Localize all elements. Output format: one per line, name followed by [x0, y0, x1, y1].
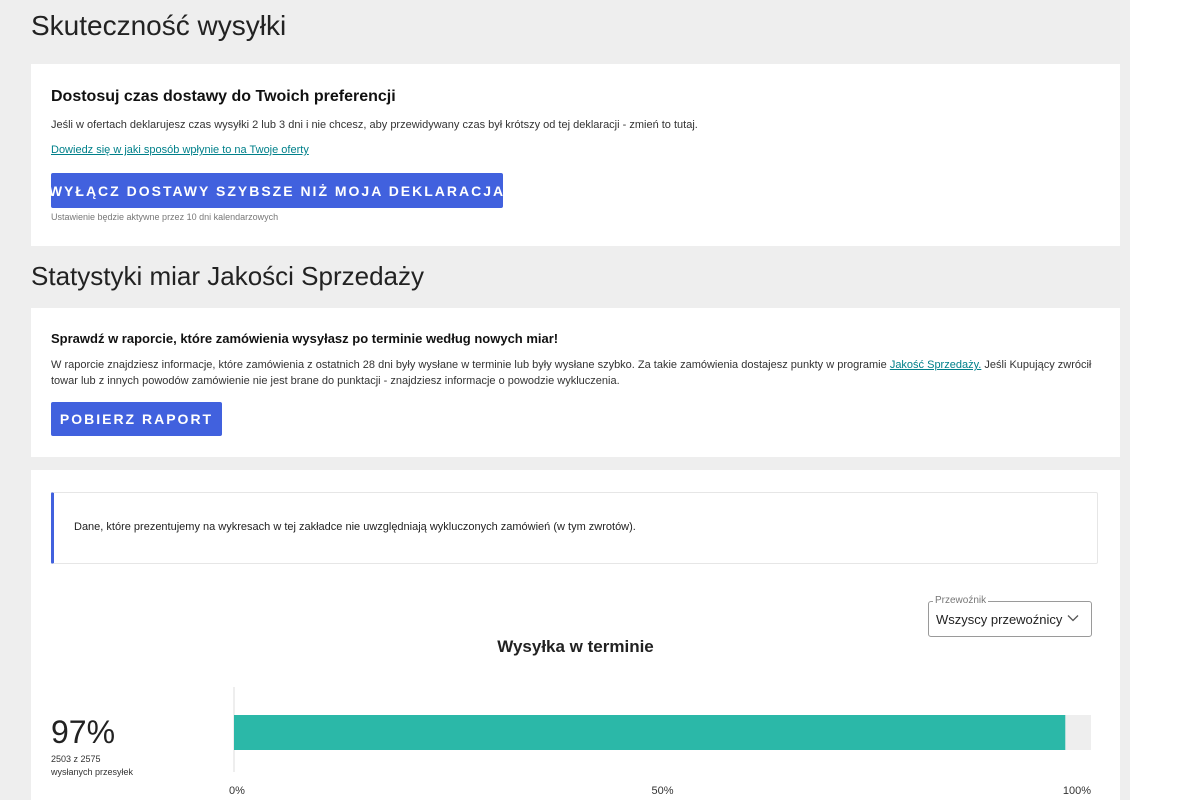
chart-title: Wysyłka w terminie — [497, 637, 654, 656]
quality-program-link[interactable]: Jakość Sprzedaży. — [890, 359, 982, 371]
x-tick-label: 100% — [1063, 785, 1091, 797]
learn-more-link[interactable]: Dowiedz się w jaki sposób wpłynie to na … — [51, 142, 309, 158]
shipments-label: wysłanych przesyłek — [51, 767, 134, 777]
carrier-select-value: Wszyscy przewoźnicy — [936, 612, 1063, 627]
chevron-down-icon — [1067, 615, 1079, 622]
statistics-card: Dane, które prezentujemy na wykresach w … — [31, 470, 1120, 800]
on-time-chart: 0% 50% 100% — [229, 687, 1091, 797]
x-tick-label: 50% — [651, 785, 673, 797]
report-text-before: W raporcie znajdziesz informacje, które … — [51, 359, 890, 371]
delivery-preferences-card: Dostosuj czas dostawy do Twoich preferen… — [31, 64, 1120, 246]
bar-on-time — [234, 715, 1066, 750]
report-card-text: W raporcie znajdziesz informacje, które … — [51, 357, 1101, 389]
delivery-card-text: Jeśli w ofertach deklarujesz czas wysyłk… — [51, 119, 698, 131]
page-background: Skuteczność wysyłki Dostosuj czas dostaw… — [0, 0, 1130, 800]
carrier-select[interactable]: Przewoźnik Wszyscy przewoźnicy — [928, 595, 1092, 637]
setting-duration-hint: Ustawienie będzie aktywne przez 10 dni k… — [51, 212, 279, 222]
shipments-count: 2503 z 2575 — [51, 754, 101, 764]
exclusion-info-box: Dane, które prezentujemy na wykresach w … — [51, 492, 1098, 564]
on-time-percent: 97% — [51, 714, 116, 750]
report-card-heading: Sprawdź w raporcie, które zamówienia wys… — [51, 331, 559, 346]
download-report-button[interactable]: POBIERZ RAPORT — [51, 402, 222, 436]
section-title-quality-stats: Statystyki miar Jakości Sprzedaży — [31, 261, 425, 291]
carrier-select-legend: Przewoźnik — [933, 595, 989, 606]
delivery-card-heading: Dostosuj czas dostawy do Twoich preferen… — [51, 88, 396, 105]
disable-faster-delivery-button[interactable]: WYŁĄCZ DOSTAWY SZYBSZE NIŻ MOJA DEKLARAC… — [49, 173, 503, 208]
report-card: Sprawdź w raporcie, które zamówienia wys… — [31, 308, 1120, 457]
exclusion-info-text: Dane, które prezentujemy na wykresach w … — [74, 521, 636, 533]
x-tick-label: 0% — [229, 785, 245, 797]
section-title-shipping: Skuteczność wysyłki — [31, 10, 287, 41]
